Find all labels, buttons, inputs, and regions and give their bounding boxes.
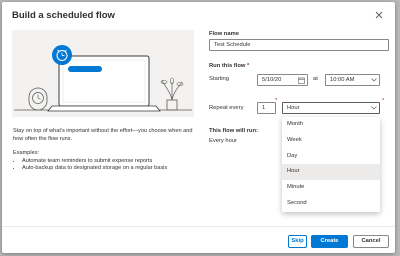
flow-description: Stay on top of what's important without … xyxy=(13,128,193,142)
menu-item-minute[interactable]: Minute xyxy=(282,180,380,196)
frequency-menu: Month Week Day Hour Minute Second xyxy=(282,117,380,212)
examples-section: Examples: Automate team reminders to sub… xyxy=(13,150,167,173)
flow-name-label: Flow name xyxy=(209,31,239,37)
example-item: Auto-backup data to designated storage o… xyxy=(22,165,167,173)
chevron-down-icon xyxy=(371,78,377,82)
will-run-summary: Every hour xyxy=(209,138,238,144)
start-time-dropdown[interactable]: 10:00 AM xyxy=(325,74,380,86)
skip-button[interactable]: Skip xyxy=(288,235,307,248)
close-icon[interactable] xyxy=(374,10,384,20)
examples-heading: Examples: xyxy=(13,150,40,156)
menu-item-month[interactable]: Month xyxy=(282,117,380,133)
run-this-flow-label: Run this flow * xyxy=(209,63,249,69)
required-marker: * xyxy=(382,98,385,104)
start-date-value: 5/10/20 xyxy=(262,77,282,83)
illustration-panel xyxy=(12,30,194,117)
example-item: Automate team reminders to submit expens… xyxy=(22,158,167,166)
laptop-illustration xyxy=(14,45,192,112)
calendar-icon[interactable] xyxy=(298,77,305,84)
wall-clock-icon xyxy=(28,87,48,111)
flow-name-input[interactable] xyxy=(209,39,389,51)
will-run-heading: This flow will run: xyxy=(209,128,258,134)
alarm-clock-icon xyxy=(52,45,72,65)
start-date-picker[interactable]: 5/10/20 xyxy=(257,74,308,86)
repeat-every-label: Repeat every xyxy=(209,105,244,111)
at-label: at xyxy=(313,76,318,82)
create-button[interactable]: Create xyxy=(311,235,348,248)
starting-label: Starting xyxy=(209,76,229,82)
repeat-unit-dropdown[interactable]: Hour xyxy=(282,102,380,114)
cancel-button[interactable]: Cancel xyxy=(353,235,389,248)
run-this-flow-text: Run this flow xyxy=(209,63,246,69)
menu-item-week[interactable]: Week xyxy=(282,133,380,149)
required-marker: * xyxy=(247,63,250,69)
start-time-value: 10:00 AM xyxy=(330,77,355,83)
footer-divider xyxy=(2,226,395,227)
scheduled-flow-dialog: Build a scheduled flow Stay on top of wh… xyxy=(2,2,395,253)
menu-item-hour[interactable]: Hour xyxy=(282,164,380,180)
menu-item-day[interactable]: Day xyxy=(282,149,380,165)
chevron-down-icon xyxy=(371,106,377,110)
menu-item-second[interactable]: Second xyxy=(282,196,380,212)
plant-icon xyxy=(160,77,184,111)
repeat-unit-value: Hour xyxy=(287,105,300,111)
dialog-title: Build a scheduled flow xyxy=(12,10,115,21)
examples-list: Automate team reminders to submit expens… xyxy=(13,158,167,173)
repeat-interval-input[interactable] xyxy=(257,102,276,114)
